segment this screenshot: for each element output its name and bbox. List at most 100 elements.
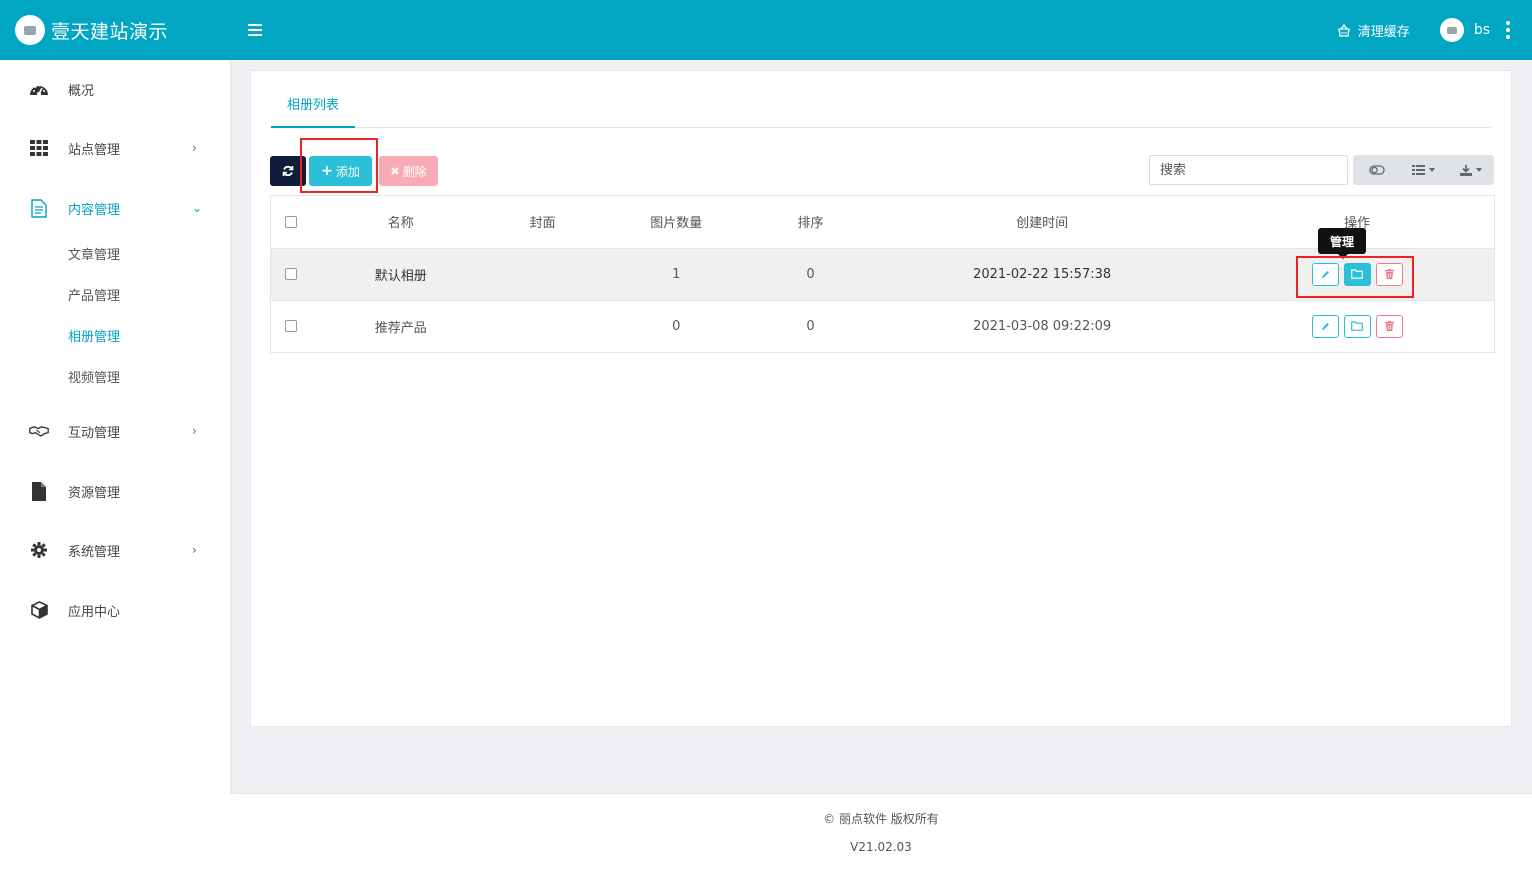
footer: © 丽点软件 版权所有 V21.02.03	[230, 793, 1532, 872]
delete-label: 删除	[402, 164, 427, 179]
chevron-right-icon: ›	[192, 424, 197, 438]
chevron-right-icon: ›	[192, 543, 197, 557]
sidebar-item-overview[interactable]: 概况	[0, 69, 230, 109]
sidebar-item-label: 互动管理	[68, 425, 121, 441]
logo-icon	[15, 15, 45, 45]
cell-cover	[490, 300, 596, 352]
sidebar-subitem-articles[interactable]: 文章管理	[68, 244, 120, 263]
row-checkbox[interactable]	[285, 320, 297, 333]
search-input[interactable]	[1149, 155, 1348, 185]
row-checkbox[interactable]	[285, 268, 297, 280]
delete-button[interactable]: ✖ 删除	[379, 156, 438, 186]
add-label: 添加	[335, 164, 360, 179]
column-header-created[interactable]: 创建时间	[863, 196, 1221, 249]
grid-icon	[29, 138, 49, 158]
basket-icon	[1338, 23, 1350, 37]
sidebar-item-system[interactable]: 系统管理 ›	[0, 530, 230, 570]
file-icon	[29, 481, 49, 501]
trash-icon	[1384, 321, 1394, 332]
sidebar-item-content[interactable]: 内容管理 ⌄	[0, 188, 230, 228]
export-button[interactable]	[1447, 155, 1494, 185]
user-menu[interactable]: bs	[1439, 18, 1506, 42]
edit-button[interactable]	[1311, 314, 1339, 338]
cell-count: 1	[595, 248, 758, 301]
more-vertical-icon[interactable]	[1506, 21, 1510, 39]
sidebar-item-label: 系统管理	[68, 544, 121, 560]
refresh-icon	[282, 165, 294, 177]
select-all-checkbox[interactable]	[285, 215, 297, 228]
sidebar-item-label: 概况	[68, 83, 95, 99]
folder-icon	[1351, 321, 1364, 332]
caret-down-icon	[1429, 168, 1435, 172]
pencil-icon	[1321, 322, 1329, 330]
plus-icon: +	[321, 163, 333, 179]
cell-cover	[489, 248, 596, 301]
clear-cache-button[interactable]: 清理缓存	[1337, 21, 1410, 40]
chevron-down-icon: ⌄	[192, 201, 203, 215]
cell-sort: 0	[757, 248, 864, 301]
tab-bar: 相册列表	[271, 91, 1491, 128]
tab-album-list[interactable]: 相册列表	[271, 91, 355, 128]
delete-row-button[interactable]	[1375, 314, 1403, 338]
list-icon	[1412, 165, 1425, 175]
sidebar-item-label: 站点管理	[68, 142, 121, 158]
toggle-icon	[1368, 165, 1385, 175]
avatar	[1439, 18, 1464, 42]
pencil-icon	[1321, 270, 1329, 278]
dashboard-icon	[29, 79, 49, 99]
close-icon: ✖	[390, 164, 400, 178]
toggle-view-button[interactable]	[1353, 155, 1400, 185]
cell-sort: 0	[806, 318, 815, 334]
cell-created: 2021-02-22 15:57:38	[863, 248, 1221, 301]
add-button[interactable]: + 添加	[309, 156, 372, 186]
refresh-button[interactable]	[270, 156, 306, 186]
manage-tooltip: 管理	[1318, 228, 1366, 259]
cell-actions	[1220, 300, 1494, 352]
delete-row-button[interactable]	[1375, 262, 1403, 286]
cell-actions	[1220, 248, 1494, 301]
column-header-count[interactable]: 图片数量	[595, 196, 758, 249]
cell-name: 推荐产品	[374, 320, 427, 336]
sidebar-subitem-videos[interactable]: 视频管理	[68, 367, 120, 386]
handshake-icon	[29, 421, 49, 441]
caret-down-icon	[1475, 168, 1482, 172]
sidebar-item-site[interactable]: 站点管理 ›	[0, 128, 230, 168]
username: bs	[1473, 22, 1490, 38]
sidebar-item-label: 资源管理	[68, 485, 121, 501]
edit-button[interactable]	[1311, 262, 1339, 286]
table-header-row: 名称 封面 图片数量 排序 创建时间 操作	[271, 196, 1494, 249]
sidebar-item-apps[interactable]: 应用中心	[0, 590, 230, 630]
album-table: 名称 封面 图片数量 排序 创建时间 操作 默认相册 1 0 2021-02-2…	[270, 195, 1495, 353]
cell-name: 默认相册	[311, 248, 490, 301]
column-header-sort[interactable]: 排序	[757, 196, 864, 249]
gear-icon	[29, 540, 49, 560]
top-header: 壹天建站演示 清理缓存 bs	[0, 0, 1532, 60]
sidebar: 概况 站点管理 › 内容管理 ⌄ 文章管理 产品管理 相册管理 视频管理 互动管…	[0, 60, 230, 872]
column-header-name[interactable]: 名称	[311, 196, 490, 249]
site-title: 壹天建站演示	[51, 20, 169, 43]
brand[interactable]: 壹天建站演示	[0, 0, 230, 60]
sidebar-subitem-products[interactable]: 产品管理	[68, 285, 120, 304]
header-actions: 清理缓存 bs	[1337, 0, 1510, 60]
album-list-card: 相册列表 + 添加 ✖ 删除 搜索 名称 封面 图片数量 排序 创建时间 操作 …	[250, 70, 1512, 727]
sidebar-item-label: 应用中心	[68, 604, 121, 620]
columns-button[interactable]	[1400, 155, 1447, 185]
manage-button[interactable]	[1343, 314, 1371, 338]
document-icon	[29, 198, 49, 218]
cell-count: 0	[672, 318, 681, 334]
sidebar-item-interaction[interactable]: 互动管理 ›	[0, 411, 230, 451]
sidebar-subitem-albums[interactable]: 相册管理	[68, 326, 120, 345]
clear-cache-label: 清理缓存	[1357, 24, 1410, 40]
table-row: 推荐产品 0 0 2021-03-08 09:22:09	[271, 300, 1494, 352]
folder-icon	[1351, 269, 1364, 279]
chevron-right-icon: ›	[192, 141, 197, 155]
column-header-cover[interactable]: 封面	[489, 196, 596, 249]
table-tools	[1353, 155, 1494, 185]
table-row: 默认相册 1 0 2021-02-22 15:57:38	[271, 248, 1494, 301]
copyright: © 丽点软件 版权所有	[823, 812, 939, 826]
cell-created: 2021-03-08 09:22:09	[973, 318, 1112, 334]
trash-icon	[1384, 269, 1394, 279]
menu-toggle-icon[interactable]	[248, 21, 262, 39]
manage-button[interactable]	[1343, 262, 1371, 286]
sidebar-item-resources[interactable]: 资源管理	[0, 471, 230, 511]
